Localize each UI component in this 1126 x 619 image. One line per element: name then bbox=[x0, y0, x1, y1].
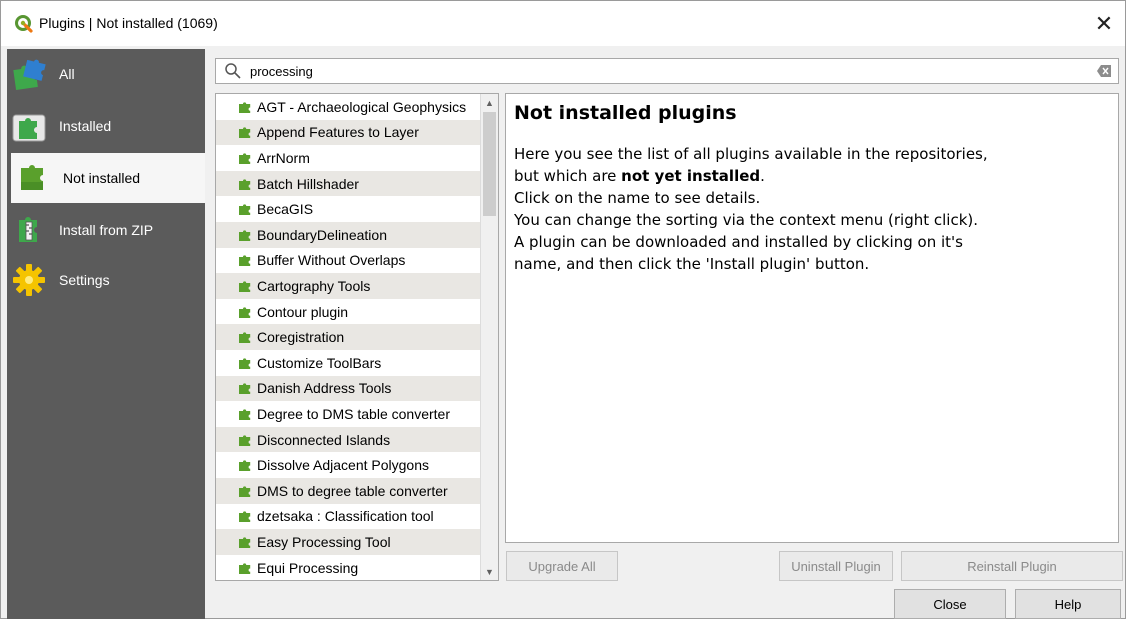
plugin-name: Coregistration bbox=[257, 329, 345, 346]
sidebar: All Installed Not installed Install from… bbox=[7, 49, 205, 619]
sidebar-item-label: Settings bbox=[59, 272, 110, 288]
plugins-dialog: Plugins | Not installed (1069) ✕ All Ins… bbox=[0, 0, 1126, 619]
plugin-name: Disconnected Islands bbox=[257, 431, 391, 448]
list-item[interactable]: Equi Processing bbox=[216, 555, 481, 580]
list-item[interactable]: BecaGIS bbox=[216, 196, 481, 222]
list-scrollbar[interactable]: ▲ ▼ bbox=[480, 94, 498, 580]
plugin-name: Customize ToolBars bbox=[257, 354, 382, 371]
plugin-name: ArrNorm bbox=[257, 149, 310, 166]
sidebar-item-label: Not installed bbox=[63, 170, 141, 186]
plugin-puzzle-icon bbox=[239, 153, 251, 164]
upgrade-all-button[interactable]: Upgrade All bbox=[506, 551, 618, 581]
reinstall-plugin-button[interactable]: Reinstall Plugin bbox=[901, 551, 1123, 581]
plugin-name: BecaGIS bbox=[257, 201, 314, 218]
plugin-name: dzetsaka : Classification tool bbox=[257, 508, 434, 525]
sidebar-item-install-zip[interactable]: Install from ZIP bbox=[7, 205, 205, 255]
plugin-list[interactable]: AGT - Archaeological Geophysics Append Fe… bbox=[215, 93, 499, 581]
plugin-puzzle-icon bbox=[239, 178, 251, 190]
list-item[interactable]: Danish Address Tools bbox=[216, 375, 481, 402]
scroll-thumb[interactable] bbox=[483, 112, 496, 216]
plugin-name: AGT - Archaeological Geophysics bbox=[257, 98, 467, 115]
plugin-puzzle-icon bbox=[239, 460, 251, 472]
details-text: Here you see the list of all plugins ava… bbox=[514, 145, 988, 273]
plugin-name: DMS to degree table converter bbox=[257, 482, 448, 499]
sidebar-item-not-installed[interactable]: Not installed bbox=[11, 153, 205, 203]
sidebar-item-installed[interactable]: Installed bbox=[7, 101, 205, 151]
sidebar-item-settings[interactable]: Settings bbox=[7, 255, 205, 305]
list-item[interactable]: Append Features to Layer bbox=[216, 119, 481, 146]
plugin-puzzle-icon bbox=[239, 230, 251, 241]
plugin-puzzle-icon bbox=[239, 486, 251, 497]
plugin-name: BoundaryDelineation bbox=[257, 226, 387, 243]
plugin-name: Buffer Without Overlaps bbox=[257, 252, 406, 269]
close-icon[interactable]: ✕ bbox=[1089, 9, 1119, 39]
plugin-puzzle-icon bbox=[239, 204, 251, 216]
plugin-puzzle-icon bbox=[239, 102, 251, 113]
plugin-name: Degree to DMS table converter bbox=[257, 405, 450, 422]
qgis-logo-icon bbox=[15, 15, 33, 33]
window-title: Plugins | Not installed (1069) bbox=[39, 15, 218, 31]
details-heading: Not installed plugins bbox=[514, 102, 737, 124]
list-item[interactable]: Buffer Without Overlaps bbox=[216, 248, 481, 274]
sidebar-item-label: Install from ZIP bbox=[59, 222, 154, 238]
plugin-name: Cartography Tools bbox=[257, 277, 371, 294]
sidebar-item-all[interactable]: All bbox=[7, 49, 205, 99]
list-item[interactable]: Coregistration bbox=[216, 324, 481, 350]
list-item[interactable]: DMS to degree table converter bbox=[216, 478, 481, 504]
plugin-name: Dissolve Adjacent Polygons bbox=[257, 457, 429, 474]
details-panel: Not installed plugins Here you see the l… bbox=[505, 93, 1119, 543]
gear-icon bbox=[11, 262, 47, 298]
plugin-name: Easy Processing Tool bbox=[257, 533, 391, 550]
help-button[interactable]: Help bbox=[1015, 589, 1121, 619]
list-item[interactable]: dzetsaka : Classification tool bbox=[216, 504, 481, 530]
search-box bbox=[215, 58, 1119, 84]
plugin-puzzle-icon bbox=[239, 281, 251, 292]
plugin-puzzle-icon bbox=[239, 409, 251, 420]
list-item[interactable]: Dissolve Adjacent Polygons bbox=[216, 452, 481, 478]
plugin-puzzle-icon bbox=[239, 562, 251, 574]
puzzle-all-icon bbox=[11, 56, 47, 92]
list-item[interactable]: Easy Processing Tool bbox=[216, 529, 481, 555]
list-item[interactable]: AGT - Archaeological Geophysics bbox=[216, 94, 481, 120]
list-item[interactable]: Cartography Tools bbox=[216, 273, 481, 299]
plugin-puzzle-icon bbox=[239, 358, 251, 369]
plugin-puzzle-icon bbox=[239, 383, 251, 395]
sidebar-item-label: All bbox=[59, 66, 75, 82]
title-bar: Plugins | Not installed (1069) ✕ bbox=[1, 1, 1125, 46]
search-icon bbox=[225, 63, 241, 79]
list-item[interactable]: Disconnected Islands bbox=[216, 426, 481, 453]
plugin-puzzle-icon bbox=[239, 511, 251, 523]
plugin-puzzle-icon bbox=[239, 255, 251, 267]
plugin-name: Danish Address Tools bbox=[257, 380, 392, 397]
plugin-puzzle-icon bbox=[239, 537, 251, 548]
scroll-up-arrow-icon[interactable]: ▲ bbox=[481, 94, 498, 111]
plugin-puzzle-icon bbox=[239, 332, 251, 344]
plugin-name: Batch Hillshader bbox=[257, 175, 359, 192]
scroll-down-arrow-icon[interactable]: ▼ bbox=[481, 563, 498, 580]
puzzle-zip-icon bbox=[11, 212, 47, 248]
list-item[interactable]: Contour plugin bbox=[216, 299, 481, 325]
puzzle-not-installed-icon bbox=[15, 160, 51, 196]
list-item[interactable]: BoundaryDelineation bbox=[216, 222, 481, 248]
list-item[interactable]: Batch Hillshader bbox=[216, 170, 481, 197]
clear-search-icon[interactable] bbox=[1096, 64, 1112, 78]
list-item[interactable]: Customize ToolBars bbox=[216, 350, 481, 376]
puzzle-installed-icon bbox=[11, 108, 47, 144]
plugin-name: Contour plugin bbox=[257, 303, 349, 320]
plugin-puzzle-icon bbox=[239, 127, 251, 139]
close-button[interactable]: Close bbox=[894, 589, 1006, 619]
list-item[interactable]: Degree to DMS table converter bbox=[216, 401, 481, 427]
plugin-puzzle-icon bbox=[239, 434, 251, 446]
search-input[interactable] bbox=[250, 61, 1090, 81]
list-item[interactable]: ArrNorm bbox=[216, 145, 481, 171]
plugin-name: Append Features to Layer bbox=[257, 124, 419, 141]
uninstall-plugin-button[interactable]: Uninstall Plugin bbox=[779, 551, 893, 581]
sidebar-item-label: Installed bbox=[59, 118, 112, 134]
plugin-puzzle-icon bbox=[239, 306, 251, 318]
plugin-name: Equi Processing bbox=[257, 559, 359, 576]
